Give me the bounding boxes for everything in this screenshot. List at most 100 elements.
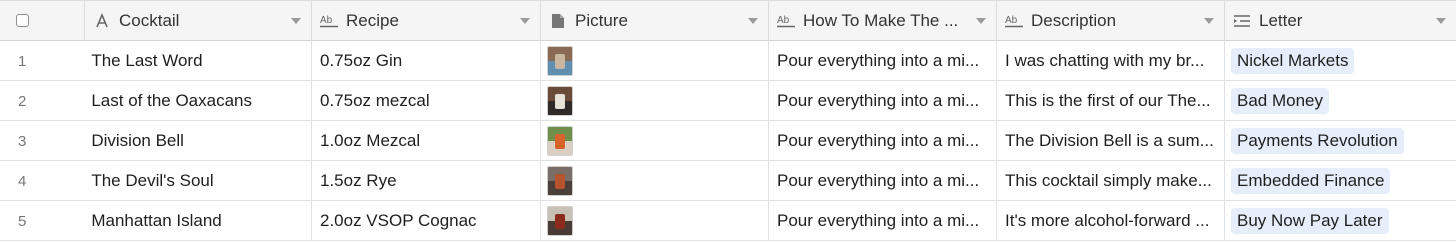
how-to-make-text: Pour everything into a mi...	[777, 51, 980, 70]
recipe-cell[interactable]: 0.75oz mezcal	[312, 81, 541, 121]
recipe-cell[interactable]: 1.5oz Rye	[312, 161, 541, 201]
description-cell[interactable]: This cocktail simply make...	[997, 161, 1225, 201]
column-label: Letter	[1259, 11, 1303, 30]
row-number: 2	[18, 92, 27, 110]
column-header-how-to-make[interactable]: Ab How To Make The ...	[769, 1, 997, 41]
letter-cell[interactable]: Nickel Markets	[1225, 41, 1456, 81]
description-cell[interactable]: The Division Bell is a sum...	[997, 121, 1225, 161]
cocktail-name: The Devil's Soul	[91, 171, 214, 190]
letter-tag: Nickel Markets	[1231, 48, 1355, 74]
recipe-cell[interactable]: 2.0oz VSOP Cognac	[312, 201, 541, 241]
long-text-icon: Ab	[777, 12, 795, 30]
letter-cell[interactable]: Bad Money	[1225, 81, 1456, 121]
letter-tag: Embedded Finance	[1231, 168, 1391, 194]
chevron-down-icon[interactable]	[1436, 18, 1446, 24]
column-header-letter[interactable]: Letter	[1225, 1, 1456, 41]
picture-cell[interactable]	[541, 161, 769, 201]
letter-tag: Bad Money	[1231, 88, 1329, 114]
row-number: 4	[18, 172, 27, 190]
cocktail-name: Manhattan Island	[91, 211, 222, 230]
description-text: This cocktail simply make...	[1005, 171, 1212, 190]
chevron-down-icon[interactable]	[520, 18, 530, 24]
long-text-icon: Ab	[1005, 12, 1023, 30]
row-number: 3	[18, 132, 27, 150]
picture-thumbnail[interactable]	[547, 126, 573, 156]
cocktail-name: Last of the Oaxacans	[91, 91, 252, 110]
table-row[interactable]: 5 Manhattan Island 2.0oz VSOP Cognac Pou…	[0, 201, 1456, 241]
recipe-text: 1.5oz Rye	[320, 171, 397, 190]
recipe-text: 0.75oz mezcal	[320, 91, 430, 110]
cocktail-cell[interactable]: 4 The Devil's Soul	[0, 161, 312, 201]
how-to-make-cell[interactable]: Pour everything into a mi...	[769, 81, 997, 121]
description-cell[interactable]: This is the first of our The...	[997, 81, 1225, 121]
svg-text:Ab: Ab	[1005, 15, 1018, 26]
picture-cell[interactable]	[541, 201, 769, 241]
description-text: This is the first of our The...	[1005, 91, 1211, 110]
picture-cell[interactable]	[541, 81, 769, 121]
cocktail-cell[interactable]: 1 The Last Word	[0, 41, 312, 81]
column-label: Cocktail	[119, 11, 180, 30]
column-header-recipe[interactable]: Ab Recipe	[312, 1, 541, 41]
recipe-text: 2.0oz VSOP Cognac	[320, 211, 477, 230]
file-icon	[549, 12, 567, 30]
svg-text:Ab: Ab	[777, 15, 790, 26]
chevron-down-icon[interactable]	[291, 18, 301, 24]
chevron-down-icon[interactable]	[748, 18, 758, 24]
select-all-cell	[0, 1, 85, 41]
cocktail-cell[interactable]: 2 Last of the Oaxacans	[0, 81, 312, 121]
table-row[interactable]: 4 The Devil's Soul 1.5oz Rye Pour everyt…	[0, 161, 1456, 201]
column-label: Picture	[575, 11, 628, 30]
column-label: Recipe	[346, 11, 399, 30]
recipe-cell[interactable]: 1.0oz Mezcal	[312, 121, 541, 161]
letter-cell[interactable]: Embedded Finance	[1225, 161, 1456, 201]
cocktail-name: Division Bell	[91, 131, 184, 150]
recipe-cell[interactable]: 0.75oz Gin	[312, 41, 541, 81]
picture-thumbnail[interactable]	[547, 86, 573, 116]
column-label: How To Make The ...	[803, 11, 959, 30]
column-header-description[interactable]: Ab Description	[997, 1, 1225, 41]
header-row: Cocktail Ab Recipe Picture Ab How To Mak…	[0, 0, 1456, 41]
column-header-cocktail[interactable]: Cocktail	[85, 1, 312, 41]
how-to-make-cell[interactable]: Pour everything into a mi...	[769, 161, 997, 201]
select-all-checkbox[interactable]	[16, 14, 29, 27]
data-grid: Cocktail Ab Recipe Picture Ab How To Mak…	[0, 0, 1456, 243]
svg-text:Ab: Ab	[320, 15, 333, 26]
letter-cell[interactable]: Payments Revolution	[1225, 121, 1456, 161]
table-row[interactable]: 3 Division Bell 1.0oz Mezcal Pour everyt…	[0, 121, 1456, 161]
letter-tag: Payments Revolution	[1231, 128, 1404, 154]
text-a-icon	[93, 12, 111, 30]
picture-cell[interactable]	[541, 121, 769, 161]
description-text: The Division Bell is a sum...	[1005, 131, 1214, 150]
chevron-down-icon[interactable]	[976, 18, 986, 24]
description-text: It's more alcohol-forward ...	[1005, 211, 1210, 230]
picture-thumbnail[interactable]	[547, 206, 573, 236]
picture-thumbnail[interactable]	[547, 166, 573, 196]
how-to-make-text: Pour everything into a mi...	[777, 131, 980, 150]
how-to-make-cell[interactable]: Pour everything into a mi...	[769, 121, 997, 161]
column-label: Description	[1031, 11, 1117, 30]
how-to-make-cell[interactable]: Pour everything into a mi...	[769, 41, 997, 81]
picture-cell[interactable]	[541, 41, 769, 81]
description-cell[interactable]: I was chatting with my br...	[997, 41, 1225, 81]
cocktail-name: The Last Word	[91, 51, 203, 70]
description-text: I was chatting with my br...	[1005, 51, 1205, 70]
cocktail-cell[interactable]: 3 Division Bell	[0, 121, 312, 161]
table-row[interactable]: 2 Last of the Oaxacans 0.75oz mezcal Pou…	[0, 81, 1456, 121]
long-text-icon: Ab	[320, 12, 338, 30]
how-to-make-text: Pour everything into a mi...	[777, 211, 980, 230]
recipe-text: 1.0oz Mezcal	[320, 131, 421, 150]
letter-cell[interactable]: Buy Now Pay Later	[1225, 201, 1456, 241]
picture-thumbnail[interactable]	[547, 46, 573, 76]
single-select-icon	[1233, 12, 1251, 30]
letter-tag: Buy Now Pay Later	[1231, 208, 1389, 234]
description-cell[interactable]: It's more alcohol-forward ...	[997, 201, 1225, 241]
how-to-make-text: Pour everything into a mi...	[777, 91, 980, 110]
how-to-make-text: Pour everything into a mi...	[777, 171, 980, 190]
column-header-picture[interactable]: Picture	[541, 1, 769, 41]
cocktail-cell[interactable]: 5 Manhattan Island	[0, 201, 312, 241]
row-number: 1	[18, 52, 27, 70]
chevron-down-icon[interactable]	[1204, 18, 1214, 24]
row-number: 5	[18, 212, 27, 230]
table-row[interactable]: 1 The Last Word 0.75oz Gin Pour everythi…	[0, 41, 1456, 81]
how-to-make-cell[interactable]: Pour everything into a mi...	[769, 201, 997, 241]
